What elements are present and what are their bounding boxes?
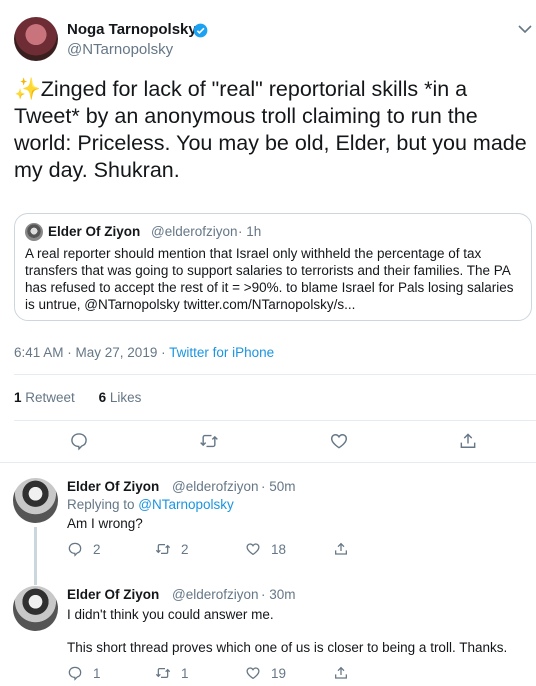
reply-text: I didn't think you could answer me. — [67, 607, 274, 622]
retweets-stat[interactable]: 1 Retweet — [14, 390, 75, 405]
verified-badge-icon — [193, 23, 208, 38]
chevron-down-icon[interactable] — [518, 24, 532, 34]
reply-count: 1 — [93, 666, 101, 681]
thread-line — [34, 527, 37, 582]
reply-count: 2 — [93, 542, 101, 557]
divider — [14, 420, 536, 421]
quote-author-name: Elder Of Ziyon — [48, 224, 141, 239]
like-count: 18 — [271, 542, 287, 557]
reply-button[interactable] — [69, 431, 89, 451]
divider — [0, 462, 536, 463]
author-avatar[interactable] — [14, 17, 58, 61]
reply-button[interactable] — [67, 665, 83, 681]
reply-timestamp[interactable]: · 30m — [261, 587, 296, 602]
reply-icon — [68, 542, 82, 557]
quote-timestamp: · 1h — [238, 224, 262, 239]
retweet-icon — [200, 434, 218, 448]
reply-button[interactable] — [67, 541, 83, 557]
like-count: 19 — [271, 666, 287, 681]
retweet-button[interactable] — [155, 541, 171, 557]
reply-author-name[interactable]: Elder Of Ziyon — [67, 587, 159, 602]
tweet-meta: 6:41 AM · May 27, 2019 · Twitter for iPh… — [14, 345, 274, 360]
reply-author-name[interactable]: Elder Of Ziyon — [67, 479, 159, 494]
share-icon — [460, 433, 476, 448]
share-button[interactable] — [333, 665, 349, 681]
sparkles-icon: ✨ — [14, 77, 41, 101]
retweet-button[interactable] — [155, 665, 171, 681]
share-icon — [335, 542, 347, 555]
tweet-text: ✨Zinged for lack of "real" reportorial s… — [14, 77, 527, 182]
quoted-tweet[interactable]: Elder Of Ziyon @elderofziyon · 1h A real… — [14, 213, 532, 321]
reply-icon — [71, 433, 87, 451]
quote-text: A real reporter should mention that Isra… — [25, 246, 514, 312]
likes-stat[interactable]: 6 Likes — [99, 390, 142, 405]
retweet-icon — [155, 544, 171, 554]
reply-text-continued: This short thread proves which one of us… — [67, 640, 508, 655]
reply-author-handle[interactable]: @elderofziyon — [172, 479, 259, 494]
divider — [14, 374, 536, 375]
thread-line — [34, 575, 37, 585]
reply-timestamp[interactable]: · 50m — [261, 479, 296, 494]
retweet-count: 1 — [181, 666, 189, 681]
reply-author-handle[interactable]: @elderofziyon — [172, 587, 259, 602]
reply-avatar[interactable] — [13, 478, 58, 523]
author-name[interactable]: Noga Tarnopolsky — [67, 21, 197, 38]
share-icon — [335, 666, 347, 679]
heart-icon — [246, 543, 260, 556]
author-handle[interactable]: @NTarnopolsky — [67, 41, 173, 58]
like-button[interactable] — [245, 665, 261, 681]
tweet-source[interactable]: Twitter for iPhone — [169, 345, 274, 360]
replying-to: Replying to @NTarnopolsky — [67, 497, 234, 512]
engagement-stats: 1 Retweet 6 Likes — [14, 390, 141, 405]
heart-icon — [330, 434, 348, 449]
retweet-count: 2 — [181, 542, 189, 557]
share-button[interactable] — [333, 541, 349, 557]
like-button[interactable] — [329, 431, 349, 451]
retweet-icon — [155, 668, 171, 678]
quote-avatar — [25, 223, 43, 241]
reply-text: Am I wrong? — [67, 516, 143, 531]
retweet-button[interactable] — [199, 431, 219, 451]
reply-avatar[interactable] — [13, 586, 58, 631]
like-button[interactable] — [245, 541, 261, 557]
share-button[interactable] — [458, 431, 478, 451]
reply-icon — [68, 666, 82, 681]
heart-icon — [246, 667, 260, 680]
quote-author-handle: @elderofziyon — [151, 224, 238, 239]
replying-to-link[interactable]: @NTarnopolsky — [138, 497, 234, 512]
tweet-timestamp[interactable]: 6:41 AM · May 27, 2019 · — [14, 345, 169, 360]
